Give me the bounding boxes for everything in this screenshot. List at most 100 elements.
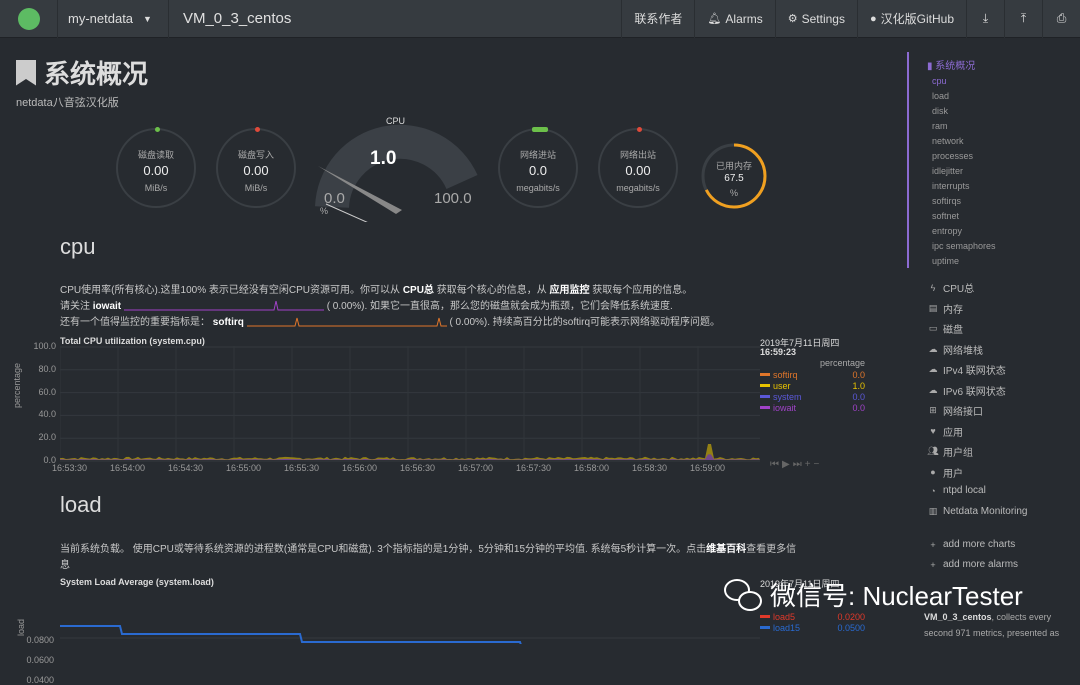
sidebar-item-7[interactable]: ♥ 应用 [927,424,963,439]
cpu-gauge[interactable]: CPU 1.0 0.0 100.0 % [312,112,482,237]
desc-text: 请关注 [60,301,90,312]
alarms-label: Alarms [725,11,763,26]
legend-row-user[interactable]: user 1.0 [760,380,865,391]
watermark-text: 微信号: NuclearTester [770,581,1023,611]
iowait-sparkline[interactable] [123,301,324,311]
legend-row-softirq[interactable]: softirq 0.0 [760,369,865,380]
settings-button[interactable]: ⚙ Settings [774,0,857,38]
load-chart-plot[interactable] [60,584,760,644]
sidebar-subitem-network[interactable]: network [932,136,964,146]
sidebar-subitem-ram[interactable]: ram [932,121,948,131]
apps-link[interactable]: 应用监控 [550,285,590,296]
sidebar-item-label: IPv6 联网状态 [943,386,1006,398]
x-tick-label: 16:57:00 [458,463,494,473]
top-navbar: my-netdata ▼ VM_0_3_centos 联系作者 🔔︎ Alarms… [0,0,1080,38]
forward-icon[interactable]: ⏭ [793,459,805,470]
print-button[interactable]: ⎙ [1042,0,1080,38]
softirq-sparkline[interactable] [246,317,447,327]
cpu-total-link[interactable]: CPU总 [403,285,434,296]
footer-summary: VM_0_3_centos, collects every second 971… [924,609,1074,641]
add-more-alarms-link[interactable]: + add more alarms [927,559,1018,570]
bookmark-icon [16,59,36,86]
legend-swatch [760,373,770,376]
sidebar-subitem-interrupts[interactable]: interrupts [932,181,970,191]
cpu-description-line2: 请关注 iowait ( 0.00%). 如果它一直很高，那么您的磁盘就会成为瓶… [60,299,673,315]
sidebar-item-8[interactable]: 👥︎ 用户组 [927,444,973,459]
chart-nav-controls[interactable]: ⏮▶⏭+− [770,459,822,470]
sidebar-item-11[interactable]: ▥ Netdata Monitoring [927,506,1028,517]
netdata-logo-icon [17,7,40,30]
cpu-chart-legend: percentage softirq 0.0 user 1.0 system 0.0 iow… [760,358,865,413]
sidebar-subitem-ipc-semaphores[interactable]: ipc semaphores [932,241,996,251]
sidebar-subitem-softirqs[interactable]: softirqs [932,196,961,206]
sidebar-item-3[interactable]: ☁ 网络堆栈 [927,342,984,357]
alarms-button[interactable]: 🔔︎ Alarms [694,0,774,38]
x-tick-label: 16:54:30 [168,463,204,473]
legend-series-name: load5 [773,611,796,622]
sidebar-item-label: Netdata Monitoring [943,505,1028,517]
netdata-logo[interactable] [0,0,58,38]
rewind-icon[interactable]: ⏮ [770,459,782,470]
contact-author-label: 联系作者 [634,12,683,26]
gauge-unit: megabits/s [516,183,560,193]
sidebar-subitem-idlejitter[interactable]: idlejitter [932,166,963,176]
sidebar-item-0[interactable]: ϟ CPU总 [927,280,975,296]
y-tick-label: 20.0 [38,432,56,443]
gauge-indicator-dot [155,127,160,132]
sidebar-subitem-uptime[interactable]: uptime [932,256,959,266]
x-tick-label: 16:57:30 [516,463,552,473]
desc-text: ( 0.00%). 如果它一直很高，那么您的磁盘就会成为瓶颈，它们会降低系统速度… [326,301,673,312]
sidebar-item-1[interactable]: ▤ 内存 [927,301,963,316]
print-icon: ⎙ [1056,11,1067,25]
host-menu[interactable]: my-netdata ▼ [58,0,169,38]
legend-row-load15[interactable]: load15 0.0500 [760,622,865,633]
download-icon: ⤓ [982,11,989,25]
sidebar-item-label: add more alarms [943,559,1019,570]
github-button[interactable]: ● 汉化版GitHub [856,0,966,38]
zoom-in-icon[interactable]: + [805,459,814,470]
disk-read-gauge[interactable]: 磁盘读取 0.00 MiB/s [116,127,196,208]
bell-icon: 🔔︎ [707,13,722,25]
sidebar-subitem-entropy[interactable]: entropy [932,226,962,236]
legend-rows: load5 0.0200 load15 0.0500 [760,611,865,633]
play-icon[interactable]: ▶ [782,459,793,470]
sidebar-item-10[interactable]: ◔ ntpd local [927,485,986,496]
gauge-indicator-dot [532,127,548,132]
cpu-gauge-unit: % [320,206,329,216]
legend-series-name: load15 [773,622,801,633]
cpu-chart-plot[interactable] [60,346,760,462]
footer-text-a: , collects every [991,612,1052,622]
hostname-title[interactable]: VM_0_3_centos [169,10,621,27]
cpu-description-line3: 还有一个值得监控的重要指标是： softirq ( 0.00%). 持续高百分比… [60,315,720,331]
sidebar-item-9[interactable]: ● 用户 [927,465,963,480]
sidebar-subitem-softnet[interactable]: softnet [932,211,959,221]
host-menu-label: my-netdata [68,11,134,26]
disk-write-gauge[interactable]: 磁盘写入 0.00 MiB/s [216,127,296,208]
net-out-gauge[interactable]: 网络出站 0.00 megabits/s [598,127,678,208]
sidebar-item-overview[interactable]: ▮ 系统概况 [927,57,975,72]
load-section-heading: load [60,492,102,517]
download-button[interactable]: ⤓ [966,0,1004,38]
sidebar-subitem-cpu[interactable]: cpu [932,76,947,86]
sidebar-subitem-load[interactable]: load [932,91,949,101]
legend-row-system[interactable]: system 0.0 [760,391,865,402]
upload-button[interactable]: ⤒ [1004,0,1042,38]
sidebar-item-5[interactable]: ☁ IPv6 联网状态 [927,383,1006,398]
add-more-charts-link[interactable]: + add more charts [927,539,1015,550]
y-tick-label: 0.0600 [26,655,54,665]
ram-gauge[interactable]: 已用内存 67.5 % [700,142,768,210]
sidebar-item-2[interactable]: ▭ 磁盘 [927,321,963,336]
zoom-out-icon[interactable]: − [814,459,823,470]
database-icon: ▤ [928,302,938,313]
sidebar-subitem-disk[interactable]: disk [932,106,948,116]
cpu-gauge-value: 1.0 [370,148,397,169]
wikipedia-link[interactable]: 维基百科 [706,544,746,555]
x-tick-label: 16:53:30 [52,463,88,473]
sidebar-item-4[interactable]: ☁ IPv4 联网状态 [927,362,1006,377]
net-in-gauge[interactable]: 网络进站 0.0 megabits/s [498,127,578,208]
contact-author-button[interactable]: 联系作者 [621,0,694,38]
sidebar-item-6[interactable]: ⊞ 网络接口 [927,403,983,418]
sidebar-subitem-processes[interactable]: processes [932,151,973,161]
legend-row-iowait[interactable]: iowait 0.0 [760,402,865,413]
hdd-icon: ▭ [928,323,938,333]
